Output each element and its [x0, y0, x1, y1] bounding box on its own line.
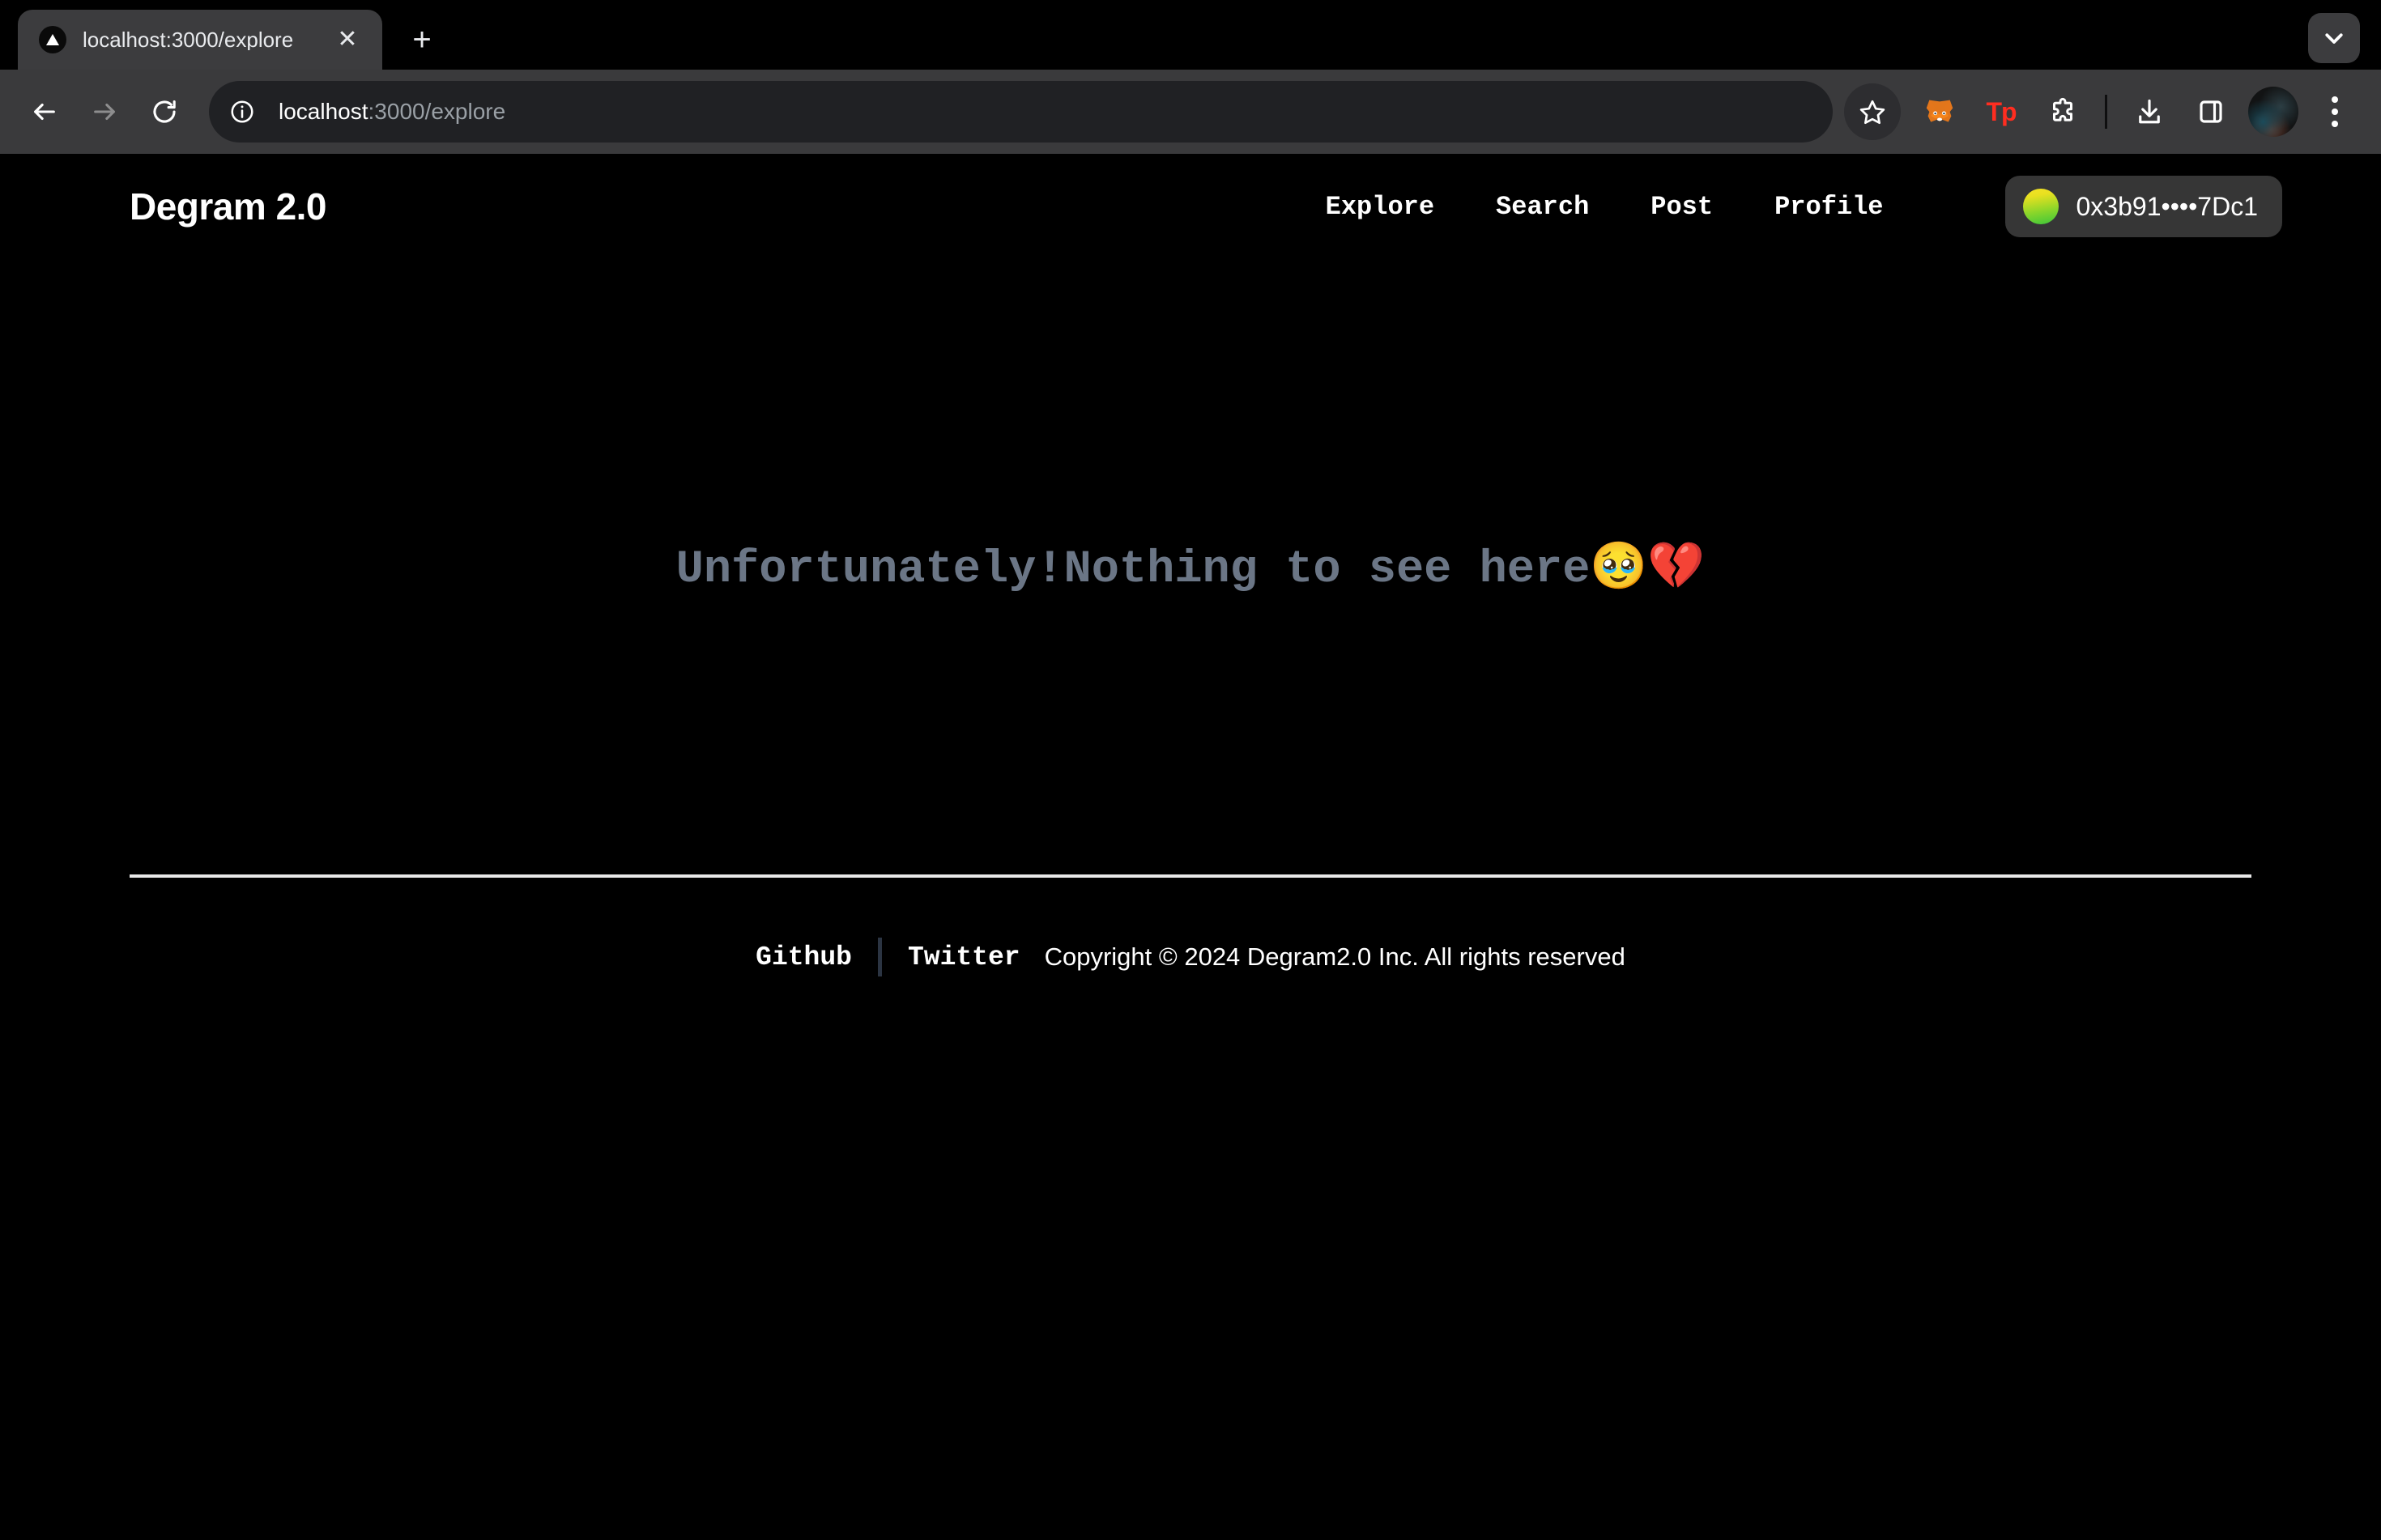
- toolbar-divider: [2105, 95, 2107, 129]
- site-header: Degram 2.0 Explore Search Post Profile 0…: [0, 154, 2381, 259]
- url-path: :3000/explore: [368, 99, 506, 124]
- close-icon[interactable]: ✕: [330, 23, 364, 57]
- site-footer: Github Twitter Copyright © 2024 Degram2.…: [0, 878, 2381, 976]
- arrow-right-icon[interactable]: [75, 82, 134, 142]
- tab-strip: localhost:3000/explore ✕ +: [0, 0, 2381, 70]
- puzzle-extensions-icon[interactable]: [2035, 84, 2090, 139]
- url-host: localhost: [279, 99, 368, 124]
- page-title[interactable]: Degram 2.0: [130, 185, 327, 228]
- wallet-address-label: 0x3b91••••7Dc1: [2076, 192, 2259, 221]
- side-panel-icon[interactable]: [2183, 84, 2238, 139]
- tab-title: localhost:3000/explore: [83, 29, 294, 50]
- empty-state-text: Unfortunately!Nothing to see here: [675, 543, 1591, 596]
- browser-toolbar: localhost:3000/explore Tp: [0, 70, 2381, 154]
- info-circle-icon[interactable]: [219, 88, 266, 135]
- star-icon[interactable]: [1844, 83, 1901, 140]
- copyright-text: Copyright © 2024 Degram2.0 Inc. All righ…: [1044, 942, 1625, 971]
- address-bar[interactable]: localhost:3000/explore: [209, 81, 1833, 143]
- nextjs-triangle-icon: [39, 26, 66, 53]
- nav-item-search[interactable]: Search: [1496, 192, 1589, 222]
- nav-item-post[interactable]: Post: [1651, 192, 1713, 222]
- main-nav: Explore Search Post Profile: [1326, 192, 1884, 222]
- metamask-icon[interactable]: [1912, 84, 1967, 139]
- page-content: Degram 2.0 Explore Search Post Profile 0…: [0, 154, 2381, 1540]
- empty-state-message: Unfortunately!Nothing to see here🥹💔: [676, 538, 1706, 596]
- footer-link-twitter[interactable]: Twitter: [908, 942, 1020, 972]
- chevron-down-icon[interactable]: [2308, 13, 2360, 63]
- arrow-left-icon[interactable]: [15, 82, 75, 142]
- wallet-gradient-avatar: [2022, 189, 2059, 224]
- tokenpocket-icon[interactable]: Tp: [1974, 84, 2029, 139]
- download-icon[interactable]: [2122, 84, 2177, 139]
- reload-icon[interactable]: [134, 82, 194, 142]
- browser-window: localhost:3000/explore ✕ + localhost:300…: [0, 0, 2381, 1540]
- new-tab-button[interactable]: +: [397, 15, 447, 65]
- profile-avatar[interactable]: [2248, 87, 2298, 137]
- empty-state-emoji: 🥹💔: [1590, 538, 1706, 593]
- nav-item-profile[interactable]: Profile: [1774, 192, 1883, 222]
- wallet-address-button[interactable]: 0x3b91••••7Dc1: [2004, 176, 2282, 237]
- empty-state: Unfortunately!Nothing to see here🥹💔: [0, 259, 2381, 874]
- footer-separator: [877, 938, 882, 976]
- browser-tab[interactable]: localhost:3000/explore ✕: [18, 10, 382, 70]
- nav-item-explore[interactable]: Explore: [1326, 192, 1434, 222]
- three-dot-menu-icon[interactable]: [2310, 84, 2360, 139]
- footer-link-github[interactable]: Github: [756, 942, 852, 972]
- url-text[interactable]: localhost:3000/explore: [279, 99, 1821, 125]
